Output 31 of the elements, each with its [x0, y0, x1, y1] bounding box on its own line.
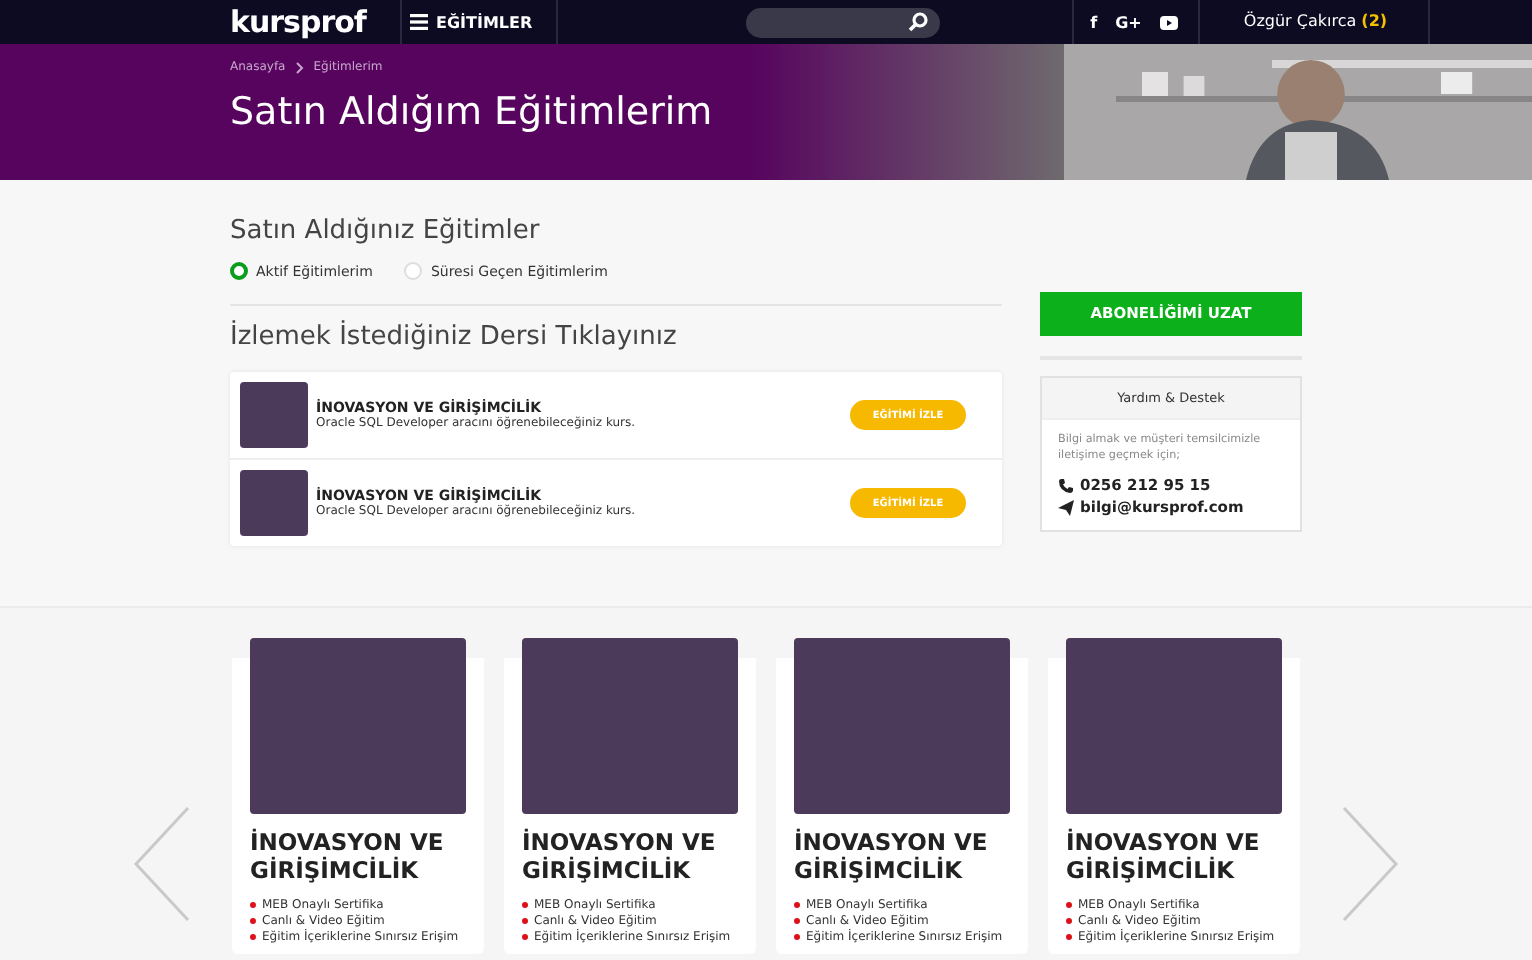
menu-icon	[410, 14, 428, 30]
send-icon	[1058, 499, 1074, 516]
bullet-icon	[1066, 918, 1072, 925]
course-title: İNOVASYON VE GİRİŞİMCİLİK	[1066, 830, 1262, 886]
breadcrumb-separator-icon	[295, 61, 304, 73]
google-plus-link[interactable]: G+	[1115, 13, 1142, 31]
youtube-icon[interactable]	[1159, 15, 1178, 29]
course-thumbnail	[240, 382, 308, 448]
bullet-icon	[794, 918, 800, 925]
bullet-icon	[522, 902, 528, 909]
course-title: İNOVASYON VE GİRİŞİMCİLİK	[522, 830, 718, 886]
facebook-link[interactable]: f	[1090, 13, 1098, 31]
bullet-icon	[522, 918, 528, 925]
page-title: Satın Aldığım Eğitimlerim	[230, 90, 715, 134]
bullet-icon	[250, 902, 256, 909]
bullet-icon	[1066, 902, 1072, 909]
search-field[interactable]	[746, 7, 941, 37]
bullet-icon	[794, 934, 800, 941]
bullet-icon	[1066, 934, 1072, 941]
section-title: Satın Aldığınız Eğitimler	[230, 216, 542, 246]
course-thumbnail	[240, 470, 308, 536]
search-icon	[908, 12, 929, 32]
bullet-icon	[522, 934, 528, 941]
section-title: İzlemek İstediğiniz Dersi Tıklayınız	[230, 322, 679, 352]
course-title: İNOVASYON VE GİRİŞİMCİLİK	[250, 830, 446, 886]
bullet-icon	[250, 934, 256, 941]
bullet-icon	[794, 902, 800, 909]
radio-button[interactable]	[230, 262, 248, 280]
phone-icon	[1058, 477, 1074, 494]
course-title: İNOVASYON VE GİRİŞİMCİLİK	[794, 830, 990, 886]
bullet-icon	[250, 918, 256, 925]
